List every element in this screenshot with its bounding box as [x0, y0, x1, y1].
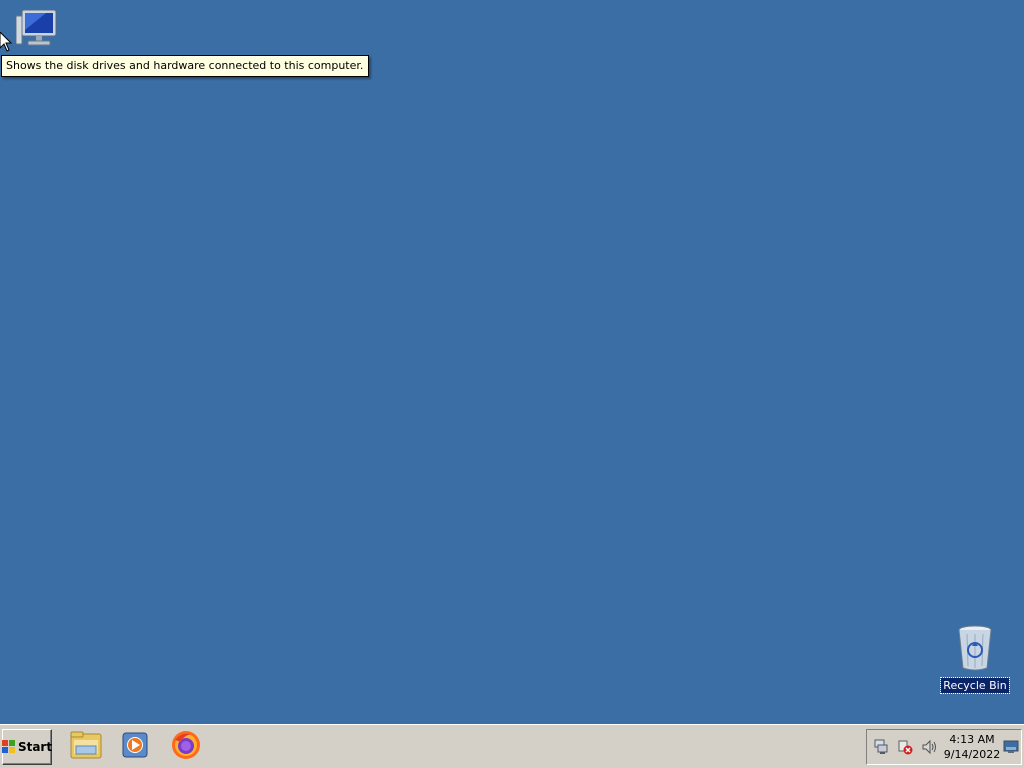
start-button[interactable]: Start [1, 729, 53, 765]
start-label: Start [17, 740, 53, 754]
clock-date: 9/14/2022 [943, 748, 1001, 761]
windows-flag-icon [1, 740, 16, 754]
desktop-icon-recycle-bin[interactable]: Recycle Bin [940, 624, 1010, 694]
quick-launch-firefox[interactable] [170, 731, 202, 763]
security-warning-icon[interactable] [897, 739, 913, 755]
quick-launch-media-player[interactable] [119, 731, 151, 763]
mouse-cursor-icon [0, 31, 13, 56]
show-desktop-icon[interactable] [1003, 739, 1019, 755]
quick-launch-explorer[interactable] [70, 731, 102, 763]
network-icon[interactable] [873, 739, 889, 755]
tooltip: Shows the disk drives and hardware conne… [1, 55, 370, 77]
firefox-icon [171, 730, 201, 764]
desktop[interactable]: Shows the disk drives and hardware conne… [0, 0, 1024, 724]
computer-icon [15, 8, 64, 54]
recycle-bin-label: Recycle Bin [940, 677, 1010, 694]
clock[interactable]: 4:13 AM 9/14/2022 [943, 732, 1001, 762]
recycle-bin-icon [955, 624, 995, 676]
volume-icon[interactable] [921, 739, 937, 755]
system-tray: 4:13 AM 9/14/2022 [866, 729, 1022, 765]
media-player-icon [121, 731, 149, 763]
desktop-icon-computer[interactable] [12, 8, 68, 54]
taskbar: Start 4:13 AM 9/14/2022 [0, 724, 1024, 768]
folder-explorer-icon [70, 730, 102, 764]
clock-time: 4:13 AM [949, 733, 995, 746]
